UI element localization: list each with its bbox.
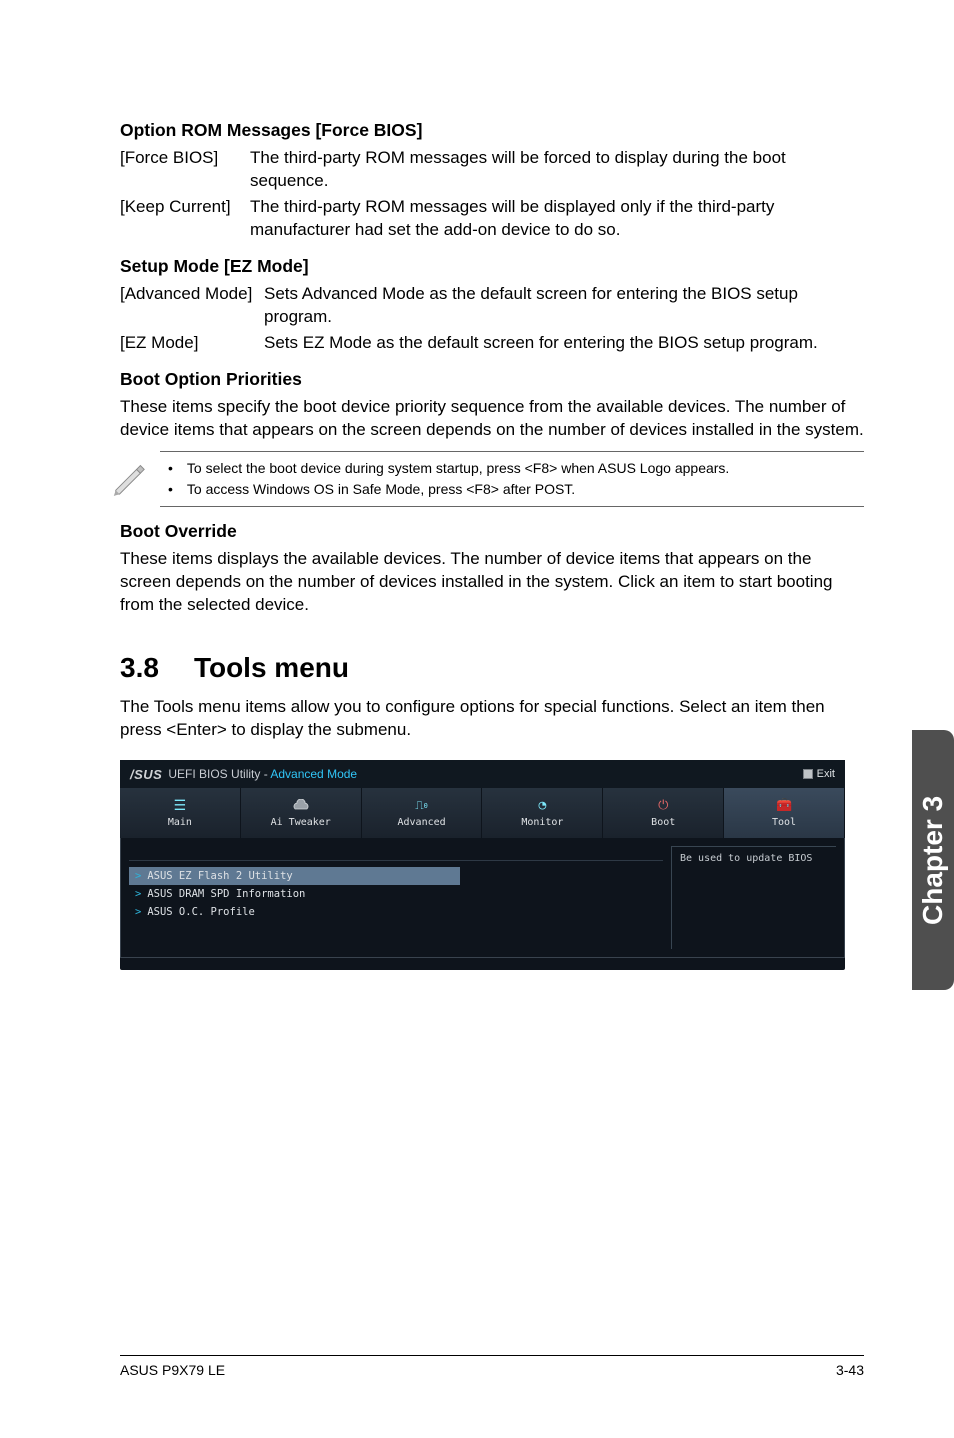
option-rom-row: [Force BIOS] The third-party ROM message… — [120, 147, 864, 193]
bios-body: ASUS EZ Flash 2 Utility ASUS DRAM SPD In… — [120, 838, 845, 958]
section-title: 3.8 Tools menu — [120, 652, 864, 684]
bios-tab-main[interactable]: ☰ Main — [120, 788, 241, 838]
def-def: Sets EZ Mode as the default screen for e… — [264, 332, 864, 355]
bios-logo: /SUS UEFI BIOS Utility - Advanced Mode — [130, 767, 357, 782]
bios-menu-label: ASUS DRAM SPD Information — [147, 888, 305, 900]
boot-override-heading: Boot Override — [120, 521, 864, 542]
chip-icon: ⎍0 — [412, 799, 432, 813]
bios-header: /SUS UEFI BIOS Utility - Advanced Mode E… — [120, 760, 845, 788]
note-item: To access Windows OS in Safe Mode, press… — [168, 479, 860, 500]
cloud-icon — [291, 799, 311, 813]
bios-exit-label: Exit — [817, 768, 835, 780]
gauge-icon: ◔ — [532, 799, 552, 813]
page-footer: ASUS P9X79 LE 3-43 — [120, 1355, 864, 1378]
footer-page-number: 3-43 — [836, 1362, 864, 1378]
note-box: To select the boot device during system … — [160, 451, 864, 507]
bios-tab-label: Ai Tweaker — [271, 817, 331, 828]
bios-menu-ez-flash[interactable]: ASUS EZ Flash 2 Utility — [129, 867, 460, 885]
bios-menu-label: ASUS O.C. Profile — [147, 906, 254, 918]
bios-menu-list: ASUS EZ Flash 2 Utility ASUS DRAM SPD In… — [129, 846, 663, 949]
chapter-side-tab: Chapter 3 — [912, 730, 954, 990]
def-def: Sets Advanced Mode as the default screen… — [264, 283, 864, 329]
toolbox-icon: 🧰 — [774, 799, 794, 813]
option-rom-row: [Keep Current] The third-party ROM messa… — [120, 196, 864, 242]
bios-menu-dram-spd[interactable]: ASUS DRAM SPD Information — [129, 885, 663, 903]
option-rom-heading: Option ROM Messages [Force BIOS] — [120, 120, 864, 141]
bios-tab-label: Monitor — [521, 817, 563, 828]
def-term: [Advanced Mode] — [120, 283, 264, 329]
bios-title-2: Advanced Mode — [270, 767, 357, 781]
def-term: [Keep Current] — [120, 196, 250, 242]
section-name: Tools menu — [194, 652, 349, 684]
bios-tabs: ☰ Main Ai Tweaker ⎍0 Advanced ◔ Monitor … — [120, 788, 845, 838]
bios-tab-ai-tweaker[interactable]: Ai Tweaker — [241, 788, 362, 838]
note-item: To select the boot device during system … — [168, 458, 860, 479]
bios-screenshot: /SUS UEFI BIOS Utility - Advanced Mode E… — [120, 760, 845, 970]
bios-help-text: Be used to update BIOS — [671, 846, 836, 949]
boot-priority-para: These items specify the boot device prio… — [120, 396, 864, 442]
note-list: To select the boot device during system … — [168, 458, 860, 500]
def-def: The third-party ROM messages will be dis… — [250, 196, 864, 242]
bios-exit-button[interactable]: Exit — [803, 768, 835, 780]
asus-brand-icon: /SUS — [130, 767, 162, 782]
bios-menu-oc-profile[interactable]: ASUS O.C. Profile — [129, 903, 663, 921]
section-number: 3.8 — [120, 652, 159, 684]
setup-mode-row: [EZ Mode] Sets EZ Mode as the default sc… — [120, 332, 864, 355]
setup-mode-heading: Setup Mode [EZ Mode] — [120, 256, 864, 277]
boot-priority-heading: Boot Option Priorities — [120, 369, 864, 390]
bios-tab-tool[interactable]: 🧰 Tool — [724, 788, 845, 838]
boot-override-para: These items displays the available devic… — [120, 548, 864, 617]
bios-tab-boot[interactable]: ⏻ Boot — [603, 788, 724, 838]
list-icon: ☰ — [170, 799, 190, 813]
footer-product: ASUS P9X79 LE — [120, 1362, 225, 1378]
bios-title-1: UEFI BIOS Utility - — [168, 767, 270, 781]
pencil-note-icon — [110, 458, 148, 496]
setup-mode-row: [Advanced Mode] Sets Advanced Mode as th… — [120, 283, 864, 329]
bios-tab-advanced[interactable]: ⎍0 Advanced — [362, 788, 483, 838]
bios-tab-label: Tool — [772, 817, 796, 828]
bios-tab-label: Boot — [651, 817, 675, 828]
bios-tab-label: Advanced — [397, 817, 445, 828]
bios-tab-monitor[interactable]: ◔ Monitor — [482, 788, 603, 838]
power-icon: ⏻ — [653, 799, 673, 813]
def-term: [EZ Mode] — [120, 332, 264, 355]
tools-para: The Tools menu items allow you to config… — [120, 696, 864, 742]
def-def: The third-party ROM messages will be for… — [250, 147, 864, 193]
def-term: [Force BIOS] — [120, 147, 250, 193]
exit-icon — [803, 769, 813, 779]
bios-menu-label: ASUS EZ Flash 2 Utility — [147, 870, 292, 882]
bios-tab-label: Main — [168, 817, 192, 828]
